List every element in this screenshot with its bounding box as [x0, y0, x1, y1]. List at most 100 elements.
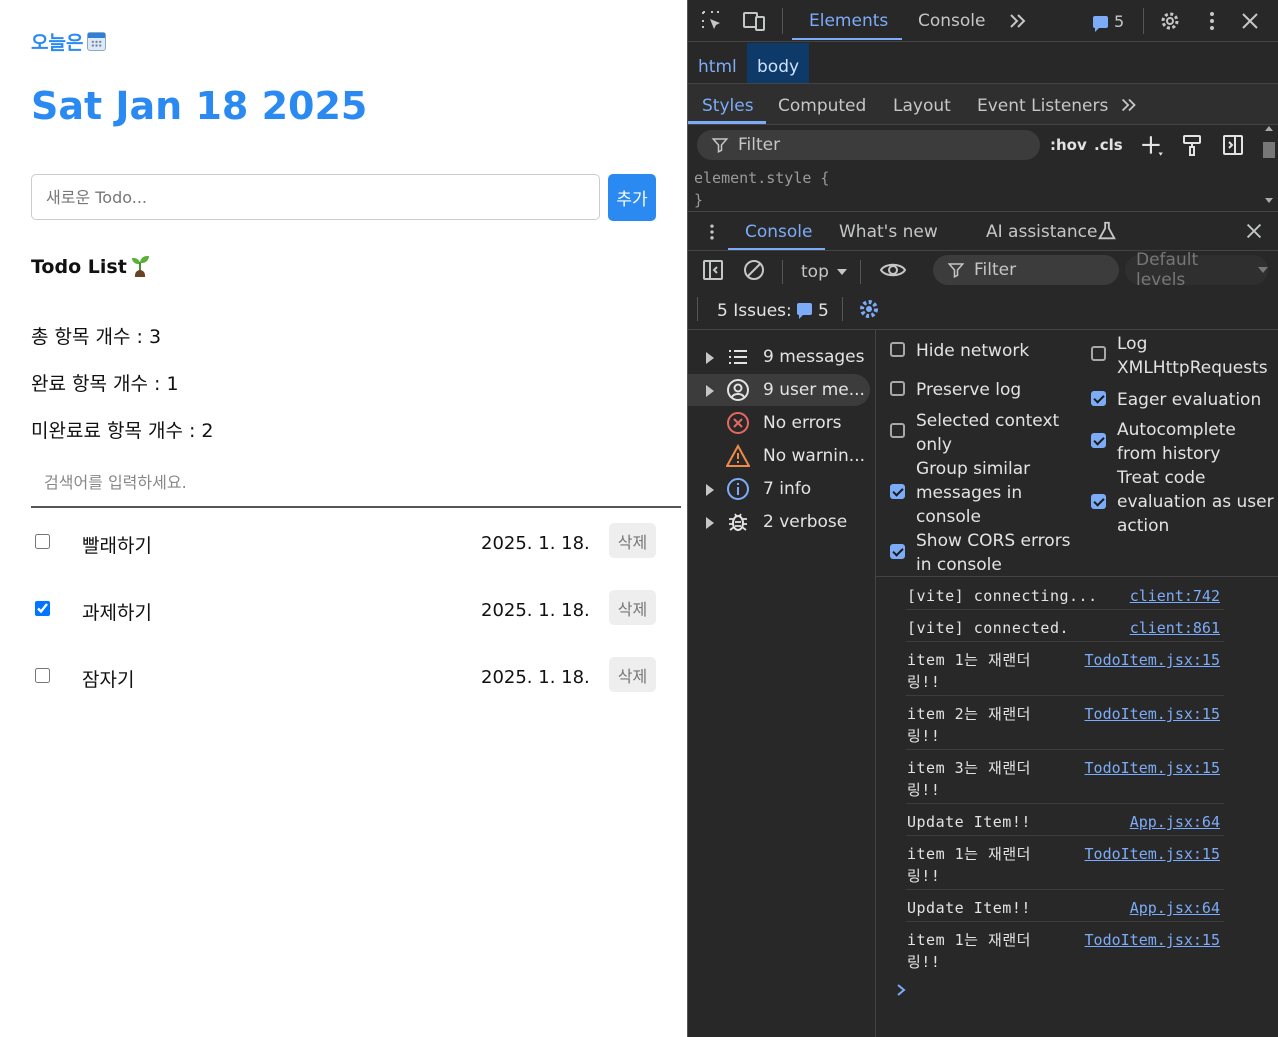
drawer-menu-icon[interactable] [702, 221, 722, 243]
today-label: 오늘은 [31, 28, 107, 55]
tab-event-listeners[interactable]: Event Listeners [977, 96, 1108, 116]
filter-placeholder: Filter [738, 135, 781, 155]
console-sidebar: 9 messages 9 user me... No errors No war… [688, 330, 876, 1037]
console-sidebar-icon[interactable] [701, 258, 725, 282]
selected-context-label: Selected context only [916, 411, 1060, 455]
log-message: item 1는 재랜더 링!! [907, 845, 1031, 885]
log-entry: Update Item!! App.jsx:64 [906, 891, 1224, 922]
new-rule-icon[interactable] [1139, 133, 1165, 159]
tab-console[interactable]: Console [918, 11, 986, 31]
search-input[interactable] [31, 459, 681, 508]
log-source-link[interactable]: TodoItem.jsx:15 [1085, 703, 1220, 725]
sidebar-item-warnings[interactable]: No warnin... [688, 440, 870, 472]
add-button[interactable]: 추가 [608, 174, 656, 221]
log-message: item 3는 재랜더 링!! [907, 759, 1031, 799]
sidebar-item-label: 7 info [763, 479, 812, 499]
log-source-link[interactable]: App.jsx:64 [1130, 897, 1220, 919]
default-levels-dropdown[interactable]: Default levels [1125, 250, 1268, 290]
drawer-tab-console[interactable]: Console [745, 222, 813, 242]
treat-user-action-checkbox[interactable] [1091, 494, 1106, 509]
tab-elements[interactable]: Elements [809, 11, 888, 31]
breadcrumb-html[interactable]: html [688, 43, 747, 83]
todo-date: 2025. 1. 18. [481, 667, 590, 688]
cls-toggle[interactable]: .cls [1094, 136, 1123, 154]
tab-styles[interactable]: Styles [702, 96, 754, 116]
log-source-link[interactable]: TodoItem.jsx:15 [1085, 649, 1220, 671]
breadcrumb: html body [688, 43, 1278, 84]
gear-icon[interactable] [1158, 9, 1182, 33]
log-source-link[interactable]: TodoItem.jsx:15 [1085, 757, 1220, 779]
drawer-tab-whats-new[interactable]: What's new [839, 222, 938, 242]
breadcrumb-body[interactable]: body [747, 43, 810, 83]
todo-content: 빨래하기 [82, 535, 152, 557]
device-toolbar-icon[interactable] [742, 9, 766, 33]
element-style-selector: element.style { [694, 169, 830, 187]
clear-console-icon[interactable] [742, 258, 766, 282]
todo-checkbox[interactable] [35, 668, 50, 683]
log-source-link[interactable]: client:742 [1130, 585, 1220, 607]
todo-checkbox[interactable] [35, 601, 50, 616]
element-style-close: } [694, 191, 704, 209]
log-xhr-label: Log XMLHttpRequests [1117, 334, 1268, 378]
styles-filter-row: Filter :hov .cls [688, 125, 1278, 165]
issues-count: 5 [1114, 12, 1125, 31]
sidebar-item-errors[interactable]: No errors [688, 407, 870, 439]
sidebar-item-user-messages[interactable]: 9 user me... [688, 374, 870, 406]
context-selector[interactable]: top [801, 262, 829, 282]
sidebar-item-info[interactable]: 7 info [688, 473, 870, 505]
console-filter-input[interactable]: Filter [933, 255, 1119, 285]
kebab-menu-icon[interactable] [1200, 9, 1224, 33]
sidebar-item-verbose[interactable]: 2 verbose [688, 506, 870, 538]
autocomplete-checkbox[interactable] [1091, 433, 1106, 448]
new-todo-input[interactable] [31, 174, 600, 220]
sidebar-item-messages[interactable]: 9 messages [688, 341, 870, 373]
inspect-element-icon[interactable] [700, 9, 724, 33]
preserve-log-checkbox[interactable] [890, 381, 905, 396]
log-source-link[interactable]: client:861 [1130, 617, 1220, 639]
hov-toggle[interactable]: :hov [1050, 136, 1087, 154]
stat-done: 완료 항목 개수 : 1 [31, 373, 179, 395]
more-tabs-icon[interactable] [1006, 9, 1030, 33]
log-source-link[interactable]: TodoItem.jsx:15 [1085, 843, 1220, 865]
log-entry: item 1는 재랜더 링!! TodoItem.jsx:15 [906, 923, 1224, 975]
tab-layout[interactable]: Layout [893, 96, 951, 116]
issues-label[interactable]: 5 Issues: [717, 301, 792, 321]
close-drawer-icon[interactable] [1243, 220, 1265, 242]
delete-button[interactable]: 삭제 [609, 657, 656, 692]
eye-icon[interactable] [879, 258, 907, 282]
issues-badge[interactable]: 5 [1093, 12, 1125, 32]
paint-roller-icon[interactable] [1180, 133, 1204, 157]
console-prompt-icon[interactable] [894, 983, 908, 997]
todo-date: 2025. 1. 18. [481, 533, 590, 554]
issues-row: 5 Issues: 5 [688, 291, 1278, 330]
styles-filter-input[interactable]: Filter [697, 130, 1040, 160]
delete-button[interactable]: 삭제 [609, 523, 656, 558]
eager-evaluation-label: Eager evaluation [1117, 390, 1262, 410]
log-entry: [vite] connecting... client:742 [906, 579, 1224, 610]
log-source-link[interactable]: App.jsx:64 [1130, 811, 1220, 833]
devtools-toolbar: Elements Console 5 [688, 0, 1278, 42]
eager-evaluation-checkbox[interactable] [1091, 391, 1106, 406]
log-source-link[interactable]: TodoItem.jsx:15 [1085, 929, 1220, 951]
log-xhr-checkbox[interactable] [1091, 346, 1106, 361]
filter-icon [947, 263, 965, 278]
more-tabs-icon[interactable] [1118, 94, 1140, 116]
styles-scrollbar[interactable] [1262, 126, 1275, 206]
console-settings-icon[interactable] [857, 297, 881, 321]
sidebar-toggle-icon[interactable] [1221, 133, 1245, 157]
delete-button[interactable]: 삭제 [609, 590, 656, 625]
group-similar-checkbox[interactable] [890, 484, 905, 499]
sidebar-item-label: 2 verbose [763, 512, 848, 532]
show-cors-checkbox[interactable] [890, 544, 905, 559]
drawer-tab-ai-assistance[interactable]: AI assistance [986, 222, 1097, 242]
selected-context-checkbox[interactable] [890, 423, 905, 438]
expand-arrow-icon [706, 484, 714, 496]
close-icon[interactable] [1238, 9, 1262, 33]
todo-checkbox[interactable] [35, 534, 50, 549]
list-icon [729, 350, 747, 364]
issues-row-count[interactable]: 5 [818, 301, 829, 321]
hide-network-checkbox[interactable] [890, 342, 905, 357]
tab-computed[interactable]: Computed [778, 96, 866, 116]
sidebar-item-label: 9 messages [763, 347, 865, 367]
treat-user-action-label: Treat code evaluation as user action [1117, 468, 1274, 536]
